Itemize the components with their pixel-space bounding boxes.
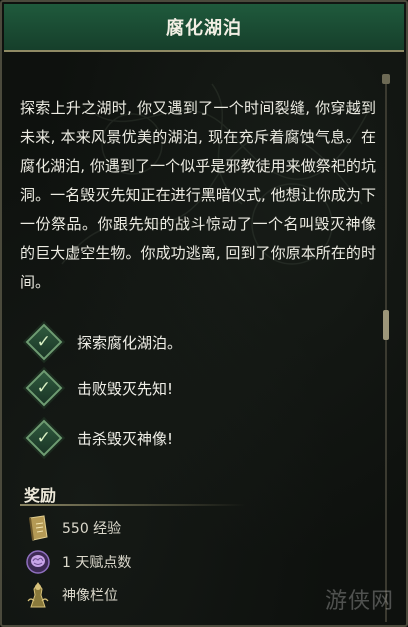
objective-label: 击败毁灭先知! [77, 379, 174, 398]
brain-talent-icon [24, 548, 52, 576]
experience-tome-icon [24, 514, 52, 542]
reward-label: 1 天赋点数 [62, 555, 132, 571]
check-icon: ✓ [25, 323, 63, 361]
reward-item-experience: 550 经验 [24, 513, 121, 543]
scroll-track [385, 74, 387, 622]
idol-slot-icon [24, 581, 52, 609]
rewards-heading: 奖励 [24, 486, 57, 505]
scroll-cap [382, 74, 390, 84]
description-scrollbar[interactable] [382, 74, 390, 622]
quest-header: 腐化湖泊 [4, 4, 404, 52]
reward-item-idol-slot: 神像栏位 [24, 580, 118, 610]
quest-panel: 腐化湖泊 探索上升之湖时, 你又遇到了一个时间裂缝, 你穿越到未来, 本来风景优… [0, 0, 408, 627]
site-watermark: 游侠网 [324, 589, 394, 614]
reward-label: 神像栏位 [62, 588, 118, 604]
quest-title: 腐化湖泊 [166, 18, 242, 39]
check-icon: ✓ [25, 369, 63, 407]
objective-item: ✓ 探索腐化湖泊。 [24, 323, 183, 361]
objective-item: ✓ 击杀毁灭神像! [24, 419, 174, 457]
quest-description: 探索上升之湖时, 你又遇到了一个时间裂缝, 你穿越到未来, 本来风景优美的湖泊,… [20, 99, 376, 291]
reward-item-talent: 1 天赋点数 [24, 547, 131, 577]
rewards-divider [20, 504, 246, 506]
scroll-thumb[interactable] [383, 310, 389, 340]
objective-label: 击杀毁灭神像! [77, 429, 174, 448]
reward-label: 550 经验 [62, 521, 122, 537]
objective-item: ✓ 击败毁灭先知! [24, 369, 174, 407]
objective-label: 探索腐化湖泊。 [77, 333, 183, 352]
check-icon: ✓ [25, 419, 63, 457]
